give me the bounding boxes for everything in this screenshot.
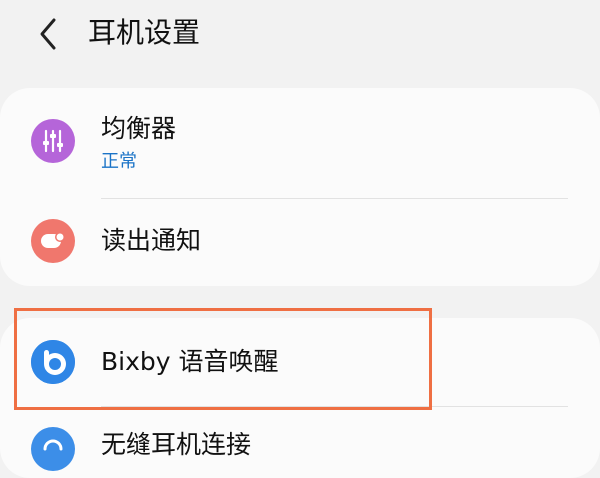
chevron-left-icon: [30, 14, 66, 54]
equalizer-value: 正常: [101, 151, 137, 172]
seamless-connect-row[interactable]: 无缝耳机连接: [0, 407, 600, 477]
page-title: 耳机设置: [88, 16, 201, 49]
seamless-connect-label: 无缝耳机连接: [101, 430, 252, 459]
back-button[interactable]: [30, 14, 66, 54]
seamless-connect-icon: [31, 427, 75, 471]
settings-card-audio: 均衡器 正常 读出通知: [0, 88, 600, 286]
read-notifications-label: 读出通知: [101, 226, 202, 255]
bixby-wake-row[interactable]: Bixby 语音唤醒: [0, 318, 600, 406]
header-bar: 耳机设置: [0, 0, 600, 70]
notification-bubble-icon: [31, 219, 75, 263]
equalizer-sliders-icon: [31, 119, 75, 163]
read-notifications-row[interactable]: 读出通知: [0, 199, 600, 286]
equalizer-row[interactable]: 均衡器 正常: [0, 88, 600, 198]
bixby-wake-label: Bixby 语音唤醒: [101, 347, 279, 376]
bixby-icon: [31, 340, 75, 384]
equalizer-label: 均衡器: [101, 114, 177, 143]
settings-card-features: Bixby 语音唤醒 无缝耳机连接: [0, 318, 600, 478]
